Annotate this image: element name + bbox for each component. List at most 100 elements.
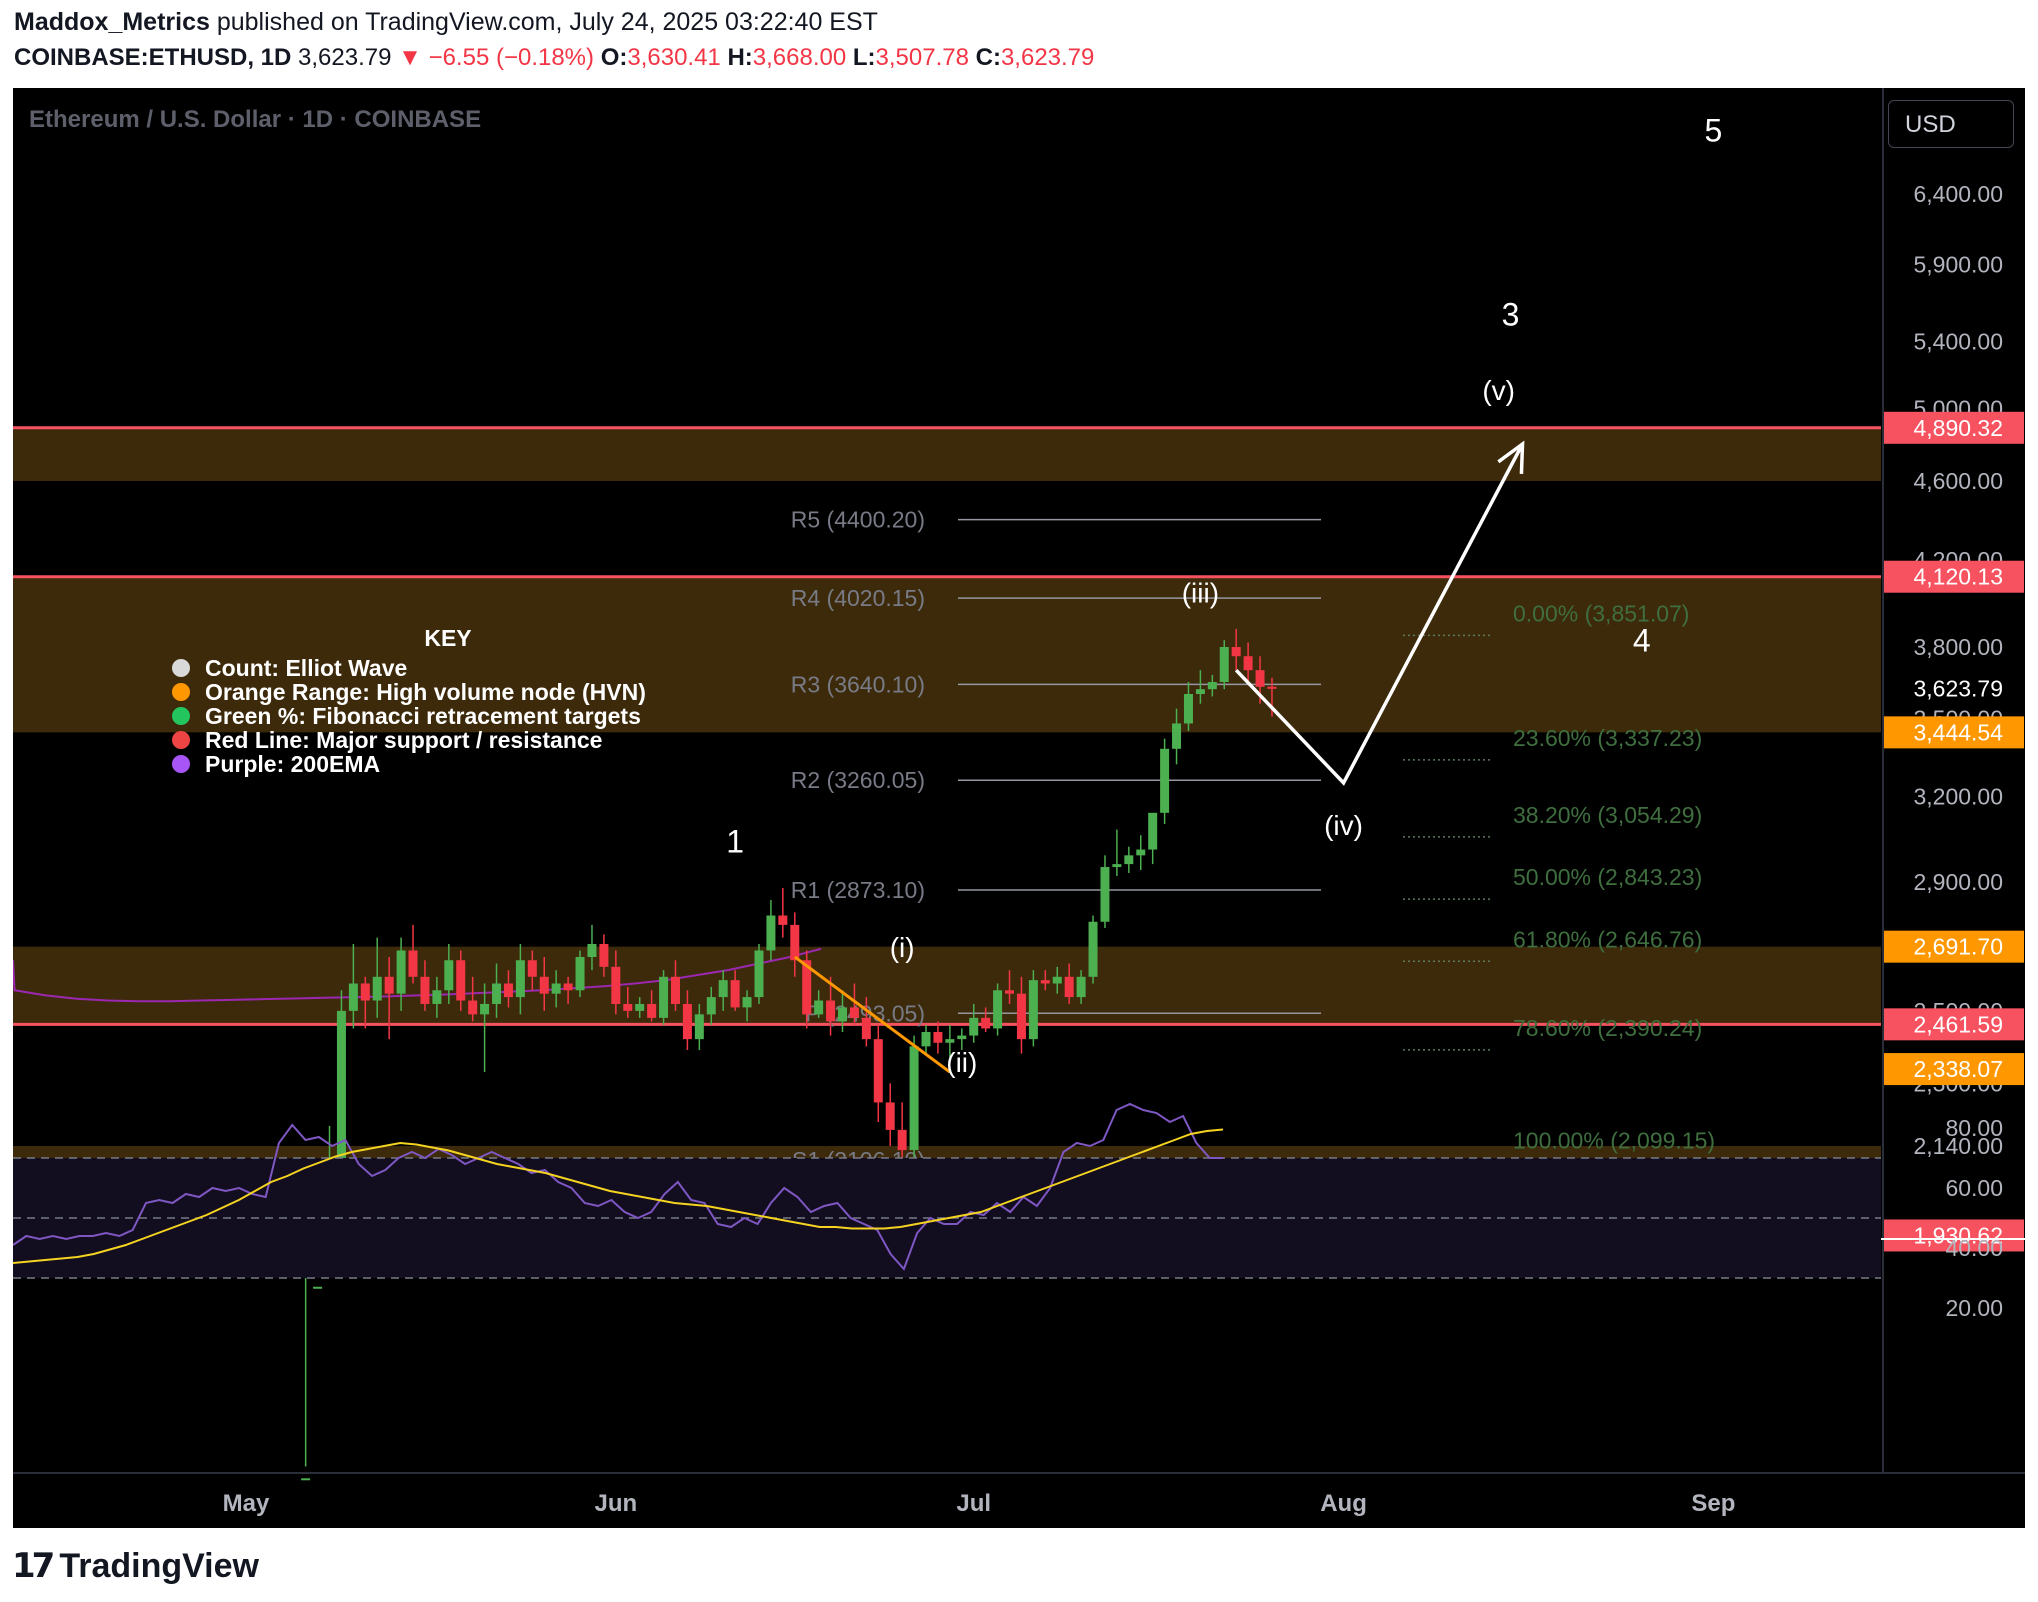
candle-body — [1064, 976, 1074, 998]
key-item-label: Count: Elliot Wave — [205, 655, 407, 681]
publish-info: Maddox_Metrics published on TradingView.… — [14, 8, 878, 37]
candle-body — [1255, 670, 1265, 687]
candle-body — [623, 1003, 633, 1011]
tradingview-logo[interactable]: 𝟭𝟳 TradingView — [12, 1546, 259, 1586]
key-title: KEY — [424, 625, 471, 651]
candle-body — [480, 1003, 490, 1015]
candle-body — [754, 950, 764, 998]
candle-body — [945, 1039, 955, 1043]
currency-button[interactable]: USD — [1888, 100, 2014, 148]
price-badge-label: 3,623.79 — [1913, 675, 2003, 701]
candle-body — [1028, 980, 1038, 1040]
candle-body — [885, 1102, 895, 1130]
candle-body — [1195, 689, 1205, 695]
candle-body — [647, 1003, 657, 1018]
candle-body — [1267, 686, 1277, 689]
candle-body — [742, 997, 752, 1008]
time-tick: May — [223, 1490, 270, 1517]
candle-body — [468, 1000, 478, 1015]
rsi-tick: 80.00 — [1945, 1115, 2003, 1141]
candle-body — [826, 1000, 836, 1022]
fib-label: 38.20% (3,054.29) — [1513, 802, 1702, 828]
open-label: O: — [600, 44, 628, 71]
candle-body — [587, 944, 597, 957]
candle-body — [1005, 990, 1015, 994]
key-bullet-icon — [172, 731, 190, 749]
hvn-zone — [13, 427, 1881, 481]
key-bullet-icon — [172, 707, 190, 725]
candle-body — [1052, 976, 1062, 984]
price-tick: 5,900.00 — [1913, 252, 2003, 278]
candle-body — [396, 950, 406, 994]
rsi-tick: 20.00 — [1945, 1295, 2003, 1321]
key-bullet-icon — [172, 755, 190, 773]
hvn-zone — [13, 946, 1881, 1025]
candle-body — [790, 924, 800, 961]
chart-canvas[interactable]: R5 (4400.20) R4 (4020.15) R3 (3640.10) R2 (… — [13, 88, 2025, 1528]
candle-body — [348, 983, 358, 1011]
open-value: 3,630.41 — [627, 44, 721, 71]
fib-label: 100.00% (2,099.15) — [1513, 1128, 1715, 1154]
candle-body — [420, 976, 430, 1004]
candle-body — [957, 1035, 967, 1040]
candle-body — [575, 956, 585, 991]
price-badge-label: 4,120.13 — [1913, 564, 2003, 590]
candle-body — [313, 1286, 323, 1289]
candle-body — [539, 976, 549, 994]
candle-body — [1088, 921, 1098, 977]
pivot-label: R4 (4020.15) — [791, 585, 925, 611]
wave-label: 4 — [1633, 623, 1651, 659]
key-bullet-icon — [172, 659, 190, 677]
candle-body — [611, 966, 621, 1004]
candle-body — [861, 1017, 871, 1040]
candle-body — [670, 976, 680, 1004]
wave-label: (iv) — [1324, 810, 1363, 841]
chart-area[interactable]: R5 (4400.20) R4 (4020.15) R3 (3640.10) R2 (… — [13, 88, 2025, 1528]
wave-label: 5 — [1704, 112, 1722, 148]
candle-body — [503, 983, 513, 998]
price-badge-label: 2,338.07 — [1913, 1056, 2003, 1082]
candle-body — [1243, 656, 1253, 671]
candle-body — [1219, 647, 1229, 683]
candle-body — [1112, 864, 1122, 868]
candle-body — [1100, 867, 1110, 922]
down-arrow-icon: ▼ — [398, 44, 422, 71]
candle-body — [694, 1014, 704, 1040]
candle-body — [659, 976, 669, 1018]
candle-body — [921, 1031, 931, 1047]
candle-body — [408, 950, 418, 977]
candle-body — [1172, 723, 1182, 749]
last-price: 3,623.79 — [298, 44, 392, 71]
price-tick: 3,800.00 — [1913, 634, 2003, 660]
candle-body — [1016, 993, 1026, 1040]
candle-body — [909, 1046, 919, 1151]
author-name[interactable]: Maddox_Metrics — [14, 8, 210, 36]
candle-body — [1231, 647, 1241, 657]
price-tick: 3,200.00 — [1913, 783, 2003, 809]
wave-label: 1 — [726, 823, 744, 859]
ohlc-legend: COINBASE:ETHUSD, 1D 3,623.79 ▼ −6.55 (−0… — [14, 44, 1094, 72]
candle-body — [551, 983, 561, 994]
candle-body — [933, 1031, 943, 1043]
key-item-label: Green %: Fibonacci retracement targets — [205, 703, 641, 729]
key-item-label: Orange Range: High volume node (HVN) — [205, 679, 646, 705]
candle-body — [682, 1003, 692, 1040]
wave-label: 3 — [1502, 297, 1520, 333]
time-tick: Sep — [1691, 1490, 1735, 1517]
pivot-label: R3 (3640.10) — [791, 671, 925, 697]
candle-body — [360, 983, 370, 1001]
candle-body — [1148, 812, 1158, 850]
price-badge-label: 2,461.59 — [1913, 1011, 2003, 1037]
tradingview-logo-icon: 𝟭𝟳 — [12, 1547, 55, 1585]
candle-body — [993, 990, 1003, 1029]
candle-body — [456, 960, 466, 1001]
candle-body — [969, 1017, 979, 1036]
key-item-label: Purple: 200EMA — [205, 751, 380, 777]
candle-body — [384, 976, 394, 994]
price-tick: 4,600.00 — [1913, 468, 2003, 494]
candle-body — [838, 1007, 847, 1022]
key-bullet-icon — [172, 683, 190, 701]
pivot-label: R1 (2873.10) — [791, 877, 925, 903]
candle-body — [718, 980, 728, 998]
fib-label: 78.60% (2,390.24) — [1513, 1015, 1702, 1041]
